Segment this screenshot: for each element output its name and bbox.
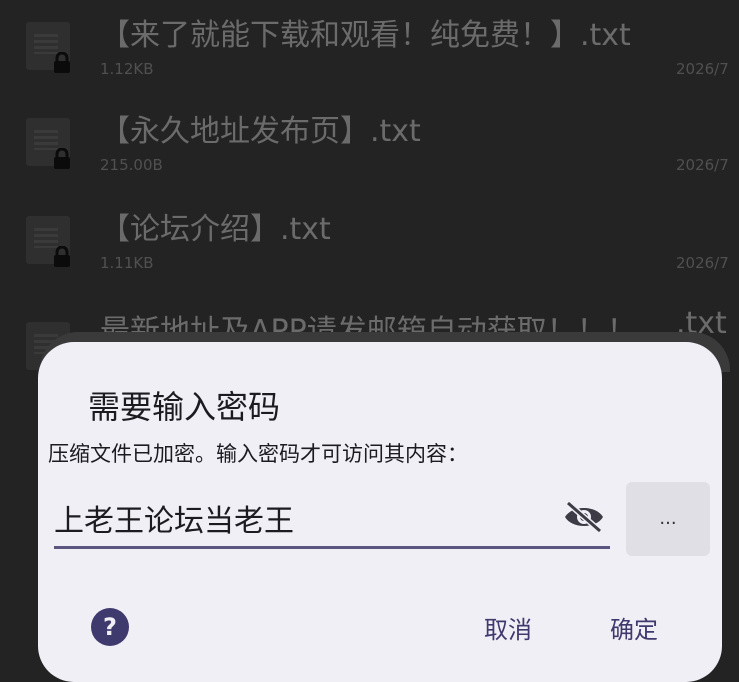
file-name: 【来了就能下载和观看！纯免费！】.txt xyxy=(100,18,631,53)
cancel-button[interactable]: 取消 xyxy=(484,610,532,645)
dialog-message: 压缩文件已加密。输入密码才可访问其内容： xyxy=(48,442,468,466)
svg-text:?: ? xyxy=(103,613,117,641)
eye-off-icon[interactable] xyxy=(562,500,606,534)
file-row[interactable]: 【来了就能下载和观看！纯免费！】.txt 1.12KB 2026/7 xyxy=(0,0,739,96)
file-row[interactable]: 【论坛介绍】.txt 1.11KB 2026/7 xyxy=(0,194,739,290)
lock-icon xyxy=(54,246,70,267)
lock-icon xyxy=(54,52,70,73)
password-value: 上老王论坛当老王 xyxy=(54,504,294,539)
password-input[interactable]: 上老王论坛当老王 xyxy=(54,488,610,549)
ok-button[interactable]: 确定 xyxy=(610,610,658,645)
file-size: 1.12KB xyxy=(100,60,154,78)
dialog-title: 需要输入密码 xyxy=(88,388,281,426)
file-name: 【论坛介绍】.txt xyxy=(100,212,331,247)
file-date: 2026/7 xyxy=(676,156,729,174)
file-size: 215.00B xyxy=(100,156,163,174)
lock-icon xyxy=(54,148,70,169)
help-icon[interactable]: ? xyxy=(90,607,130,647)
file-row[interactable]: 【永久地址发布页】.txt 215.00B 2026/7 xyxy=(0,96,739,192)
file-date: 2026/7 xyxy=(676,60,729,78)
file-date: 2026/7 xyxy=(676,254,729,272)
file-name: 【永久地址发布页】.txt xyxy=(100,114,421,149)
password-dialog: 需要输入密码 压缩文件已加密。输入密码才可访问其内容： 上老王论坛当老王 ...… xyxy=(38,342,722,682)
more-button[interactable]: ... xyxy=(626,482,710,556)
file-size: 1.11KB xyxy=(100,254,154,272)
